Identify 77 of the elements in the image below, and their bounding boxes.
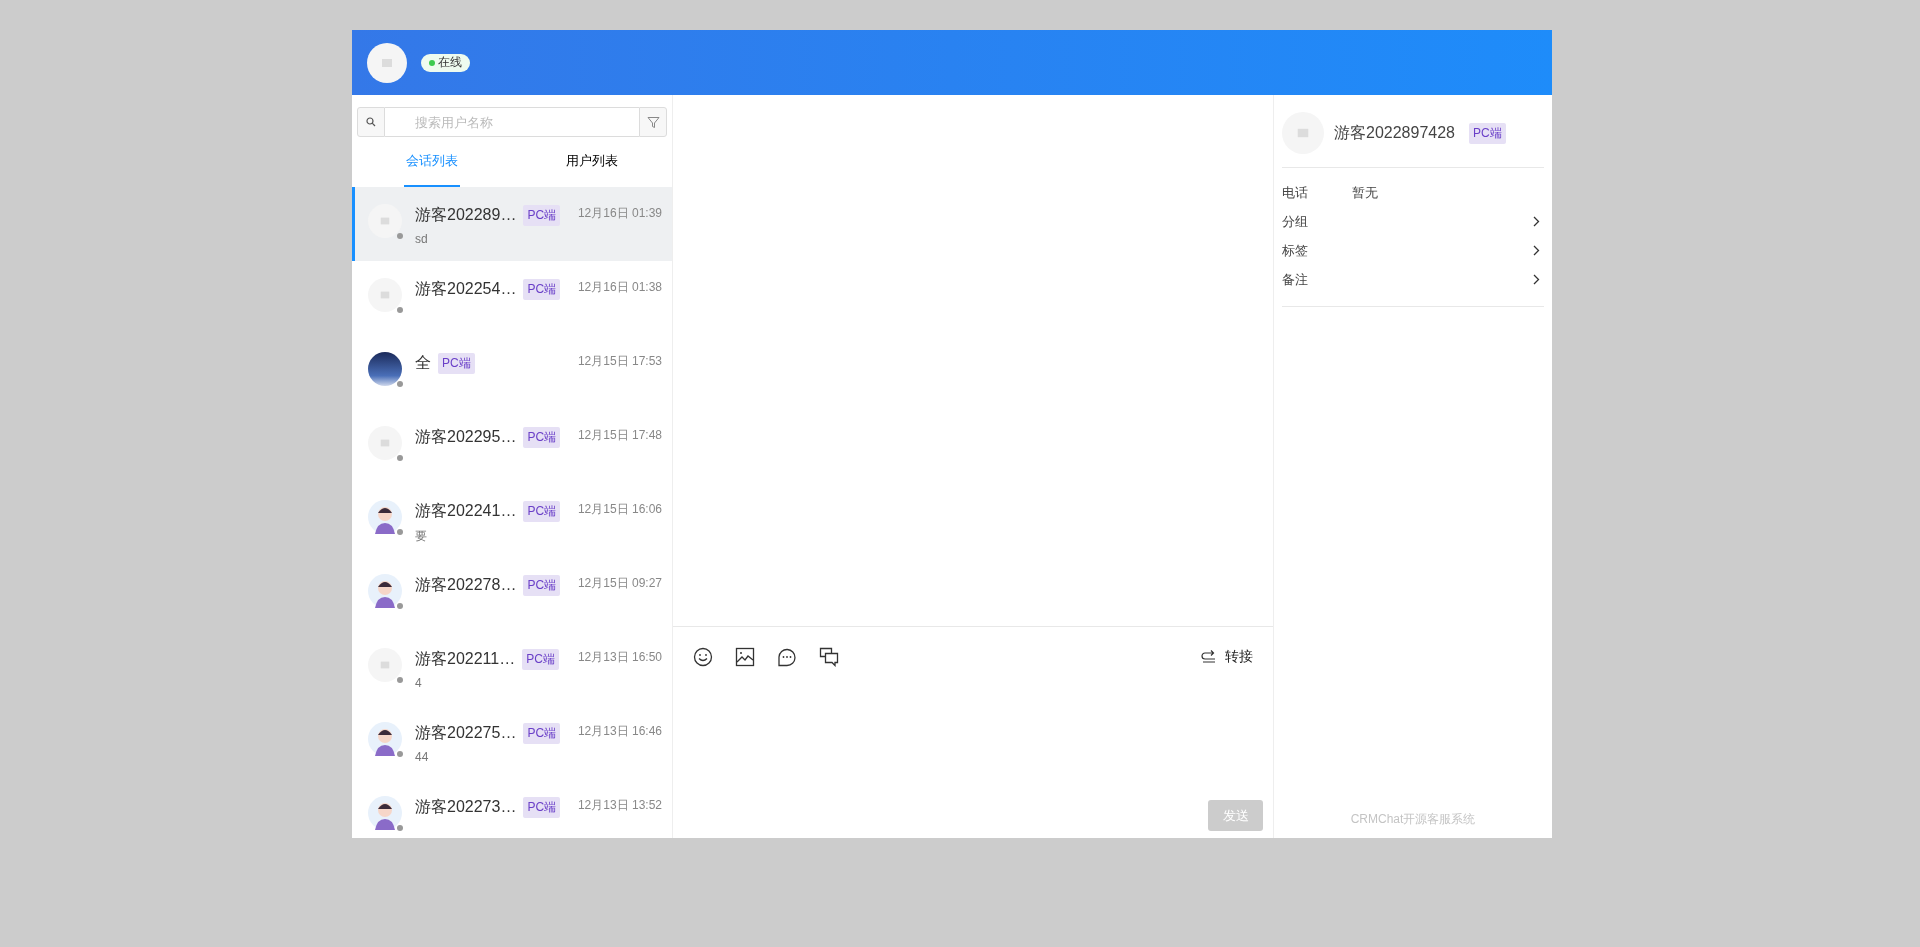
- platform-tag: PC端: [523, 797, 561, 818]
- chevron-right-icon: [1533, 274, 1540, 285]
- contact-name: 游客202278…: [415, 575, 517, 595]
- field-row[interactable]: 标签: [1282, 236, 1544, 265]
- field-label: 备注: [1282, 270, 1309, 289]
- contact-name: 全: [415, 353, 431, 373]
- avatar-placeholder: [368, 278, 402, 312]
- platform-tag: PC端: [523, 575, 561, 596]
- chevron-right-icon: [1533, 216, 1540, 227]
- search-icon: [366, 117, 376, 127]
- avatar-placeholder: [368, 648, 402, 682]
- search-field[interactable]: 搜索用户名称: [385, 107, 639, 137]
- filter-icon: [646, 115, 660, 129]
- message-preview: 4: [415, 676, 423, 690]
- field-row[interactable]: 备注: [1282, 265, 1544, 294]
- timestamp: 12月15日 17:53: [577, 353, 662, 370]
- conversation-item[interactable]: 游客202241… PC端 要 12月15日 16:06: [352, 483, 672, 557]
- platform-tag: PC端: [522, 649, 559, 670]
- filter-button[interactable]: [639, 107, 667, 137]
- contact-name: 游客202289…: [415, 205, 517, 225]
- contact-name: 游客202254…: [415, 279, 517, 299]
- avatar-photo: [368, 352, 402, 386]
- conversation-item[interactable]: 全 PC端 12月15日 17:53: [352, 335, 672, 409]
- platform-tag: PC端: [523, 501, 561, 522]
- field-row[interactable]: 分组: [1282, 207, 1544, 236]
- timestamp: 12月16日 01:38: [577, 279, 662, 296]
- avatar-placeholder: [368, 426, 402, 460]
- field-label: 电话: [1282, 183, 1309, 202]
- field-label: 分组: [1282, 212, 1309, 231]
- tab[interactable]: 用户列表: [564, 137, 620, 187]
- timestamp: 12月13日 16:46: [577, 723, 662, 740]
- smiley-icon[interactable]: [693, 647, 713, 667]
- message-preview: sd: [415, 232, 429, 246]
- conversation-item[interactable]: 游客202273… PC端 12月13日 13:52: [352, 779, 672, 838]
- conversation-item[interactable]: 游客202289… PC端 sd 12月16日 01:39: [352, 187, 672, 261]
- conversation-item[interactable]: 游客202254… PC端 12月16日 01:38: [352, 261, 672, 335]
- chevron-right-icon: [1533, 245, 1540, 256]
- platform-tag: PC端: [1469, 122, 1506, 144]
- chat-bubble-icon[interactable]: [777, 647, 797, 667]
- platform-tag: PC端: [523, 723, 561, 744]
- customer-name: 游客2022897428: [1334, 122, 1455, 143]
- conversation-item[interactable]: 游客202275… PC端 44 12月13日 16:46: [352, 705, 672, 779]
- avatar-placeholder: [367, 42, 407, 83]
- contact-name: 游客202241…: [415, 501, 517, 521]
- timestamp: 12月15日 16:06: [577, 501, 662, 518]
- conversation-icon[interactable]: [819, 647, 839, 667]
- status-label: 在线: [438, 54, 462, 71]
- conversation-item[interactable]: 游客202295… PC端 12月15日 17:48: [352, 409, 672, 483]
- avatar-silhouette: [368, 722, 402, 756]
- timestamp: 12月15日 17:48: [577, 427, 662, 444]
- platform-tag: PC端: [523, 427, 561, 448]
- timestamp: 12月13日 16:50: [577, 649, 662, 666]
- platform-tag: PC端: [523, 279, 561, 300]
- avatar-silhouette: [368, 796, 402, 830]
- transfer-button[interactable]: 转接: [1201, 648, 1253, 666]
- contact-name: 游客202295…: [415, 427, 517, 447]
- contact-name: 游客202211…: [415, 649, 516, 669]
- message-preview: 要: [415, 528, 428, 545]
- conversation-item[interactable]: 游客202211… PC端 4 12月13日 16:50: [352, 631, 672, 705]
- platform-tag: PC端: [438, 353, 475, 374]
- timestamp: 12月13日 13:52: [577, 797, 662, 814]
- timestamp: 12月15日 09:27: [577, 575, 662, 592]
- image-icon[interactable]: [735, 647, 755, 667]
- field-label: 标签: [1282, 241, 1309, 260]
- platform-tag: PC端: [523, 205, 561, 226]
- avatar-placeholder: [368, 204, 402, 238]
- timestamp: 12月16日 01:39: [577, 205, 662, 222]
- field-value: 暂无: [1352, 183, 1378, 202]
- avatar-silhouette: [368, 574, 402, 608]
- message-preview: 44: [415, 750, 430, 764]
- conversation-item[interactable]: 游客202278… PC端 12月15日 09:27: [352, 557, 672, 631]
- contact-name: 游客202273…: [415, 797, 517, 817]
- contact-name: 游客202275…: [415, 723, 517, 743]
- transfer-icon: [1201, 650, 1217, 664]
- status-badge[interactable]: 在线: [421, 53, 470, 72]
- avatar-placeholder: [1282, 112, 1324, 154]
- avatar-silhouette: [368, 500, 402, 534]
